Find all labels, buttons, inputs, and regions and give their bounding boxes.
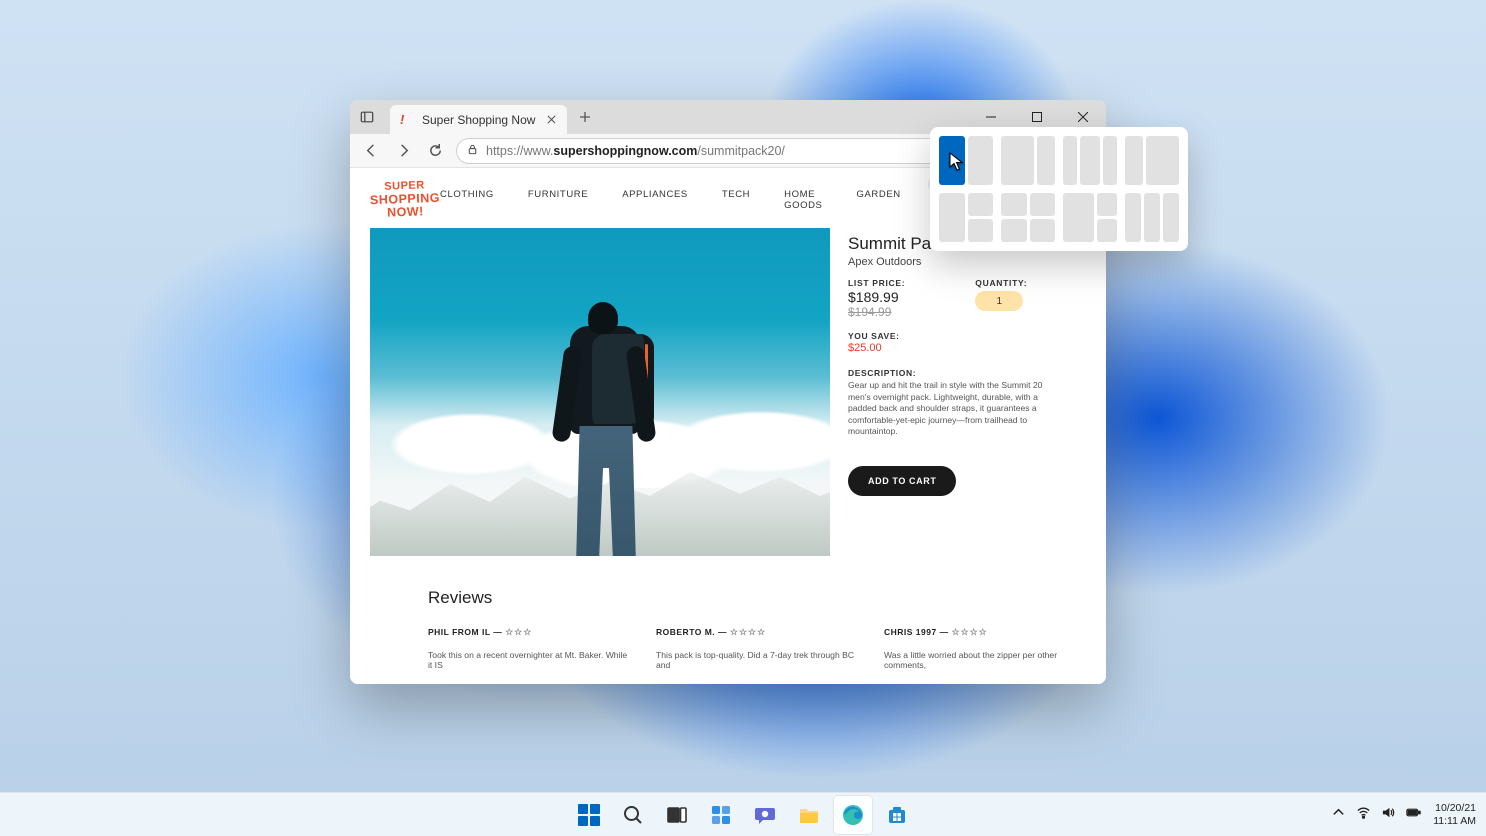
edge-browser-button[interactable] <box>834 796 872 834</box>
review-item: ROBERTO M. — ☆☆☆☆ This pack is top-quali… <box>656 622 858 670</box>
review-stars: ☆☆☆ <box>505 627 532 637</box>
quantity-stepper[interactable]: 1 <box>975 291 1023 311</box>
site-logo[interactable]: SUPER SHOPPING NOW! <box>369 180 440 220</box>
quantity-label: QUANTITY: <box>975 278 1027 288</box>
tray-overflow-button[interactable] <box>1331 805 1346 825</box>
review-body: Was a little worried about the zipper pe… <box>884 650 1086 670</box>
you-save-label: YOU SAVE: <box>848 331 1086 341</box>
nav-link-tech[interactable]: TECH <box>722 189 750 211</box>
taskbar-search-button[interactable] <box>614 796 652 834</box>
volume-icon[interactable] <box>1381 805 1396 825</box>
snap-layout-2col-even[interactable] <box>939 136 993 185</box>
taskbar-center <box>570 796 916 834</box>
snap-layouts-flyout <box>930 127 1188 251</box>
review-body: This pack is top-quality. Did a 7-day tr… <box>656 650 858 670</box>
tab-close-button[interactable] <box>543 112 559 128</box>
file-explorer-button[interactable] <box>790 796 828 834</box>
nav-back-button[interactable] <box>360 140 382 162</box>
product-image <box>370 228 830 556</box>
product-details: Summit Pack 20 – Men's Apex Outdoors LIS… <box>848 228 1086 556</box>
product-brand: Apex Outdoors <box>848 256 1086 268</box>
microsoft-store-button[interactable] <box>878 796 916 834</box>
tab-actions-button[interactable] <box>350 100 384 134</box>
review-stars: ☆☆☆☆ <box>951 627 987 637</box>
snap-layout-3col-even[interactable] <box>1125 193 1179 242</box>
widgets-button[interactable] <box>702 796 740 834</box>
start-button[interactable] <box>570 796 608 834</box>
review-author: CHRIS 1997 — ☆☆☆☆ <box>884 627 988 637</box>
snap-layout-2col-wide-left[interactable] <box>1001 136 1055 185</box>
snap-layout-left-splitright[interactable] <box>939 193 993 242</box>
lock-icon <box>467 142 478 160</box>
taskbar: 10/20/21 11:11 AM <box>0 792 1486 836</box>
snap-layout-3col[interactable] <box>1063 136 1117 185</box>
nav-refresh-button[interactable] <box>424 140 446 162</box>
review-author: PHIL FROM IL — ☆☆☆ <box>428 627 532 637</box>
taskbar-date: 10/20/21 <box>1433 802 1476 814</box>
product-price: $189.99 <box>848 289 905 305</box>
reviews-heading: Reviews <box>428 588 1106 608</box>
main-nav: CLOTHING FURNITURE APPLIANCES TECH HOME … <box>440 189 988 211</box>
chat-button[interactable] <box>746 796 784 834</box>
product-old-price: $194.99 <box>848 305 905 319</box>
address-url: https://www.supershoppingnow.com/summitp… <box>486 144 785 158</box>
taskbar-time: 11:11 AM <box>1433 815 1476 827</box>
tab-title: Super Shopping Now <box>422 113 535 127</box>
snap-layout-2col-narrow-left[interactable] <box>1125 136 1179 185</box>
nav-link-appliances[interactable]: APPLIANCES <box>622 189 688 211</box>
add-to-cart-button[interactable]: ADD TO CART <box>848 466 956 496</box>
snap-layout-wideleft-splitright[interactable] <box>1063 193 1117 242</box>
tab-favicon: ! <box>400 113 414 127</box>
review-item: CHRIS 1997 — ☆☆☆☆ Was a little worried a… <box>884 622 1086 670</box>
nav-link-clothing[interactable]: CLOTHING <box>440 189 494 211</box>
nav-link-furniture[interactable]: FURNITURE <box>528 189 588 211</box>
reviews-list: PHIL FROM IL — ☆☆☆ Took this on a recent… <box>350 622 1106 670</box>
review-body: Took this on a recent overnighter at Mt.… <box>428 650 630 670</box>
system-tray: 10/20/21 11:11 AM <box>1331 802 1476 826</box>
nav-link-garden[interactable]: GARDEN <box>857 189 901 211</box>
taskbar-clock[interactable]: 10/20/21 11:11 AM <box>1433 802 1476 826</box>
nav-link-home-goods[interactable]: HOME GOODS <box>784 189 822 211</box>
battery-icon[interactable] <box>1406 805 1421 825</box>
browser-tab-active[interactable]: ! Super Shopping Now <box>390 105 567 134</box>
product-description: Gear up and hit the trail in style with … <box>848 380 1048 438</box>
wifi-icon[interactable] <box>1356 805 1371 825</box>
review-item: PHIL FROM IL — ☆☆☆ Took this on a recent… <box>428 622 630 670</box>
you-save-value: $25.00 <box>848 342 1086 354</box>
new-tab-button[interactable] <box>571 100 599 134</box>
review-stars: ☆☆☆☆ <box>730 627 766 637</box>
review-author: ROBERTO M. — ☆☆☆☆ <box>656 627 766 637</box>
list-price-label: LIST PRICE: <box>848 278 905 288</box>
snap-layout-quad[interactable] <box>1001 193 1055 242</box>
description-label: DESCRIPTION: <box>848 368 1086 378</box>
task-view-button[interactable] <box>658 796 696 834</box>
nav-forward-button[interactable] <box>392 140 414 162</box>
